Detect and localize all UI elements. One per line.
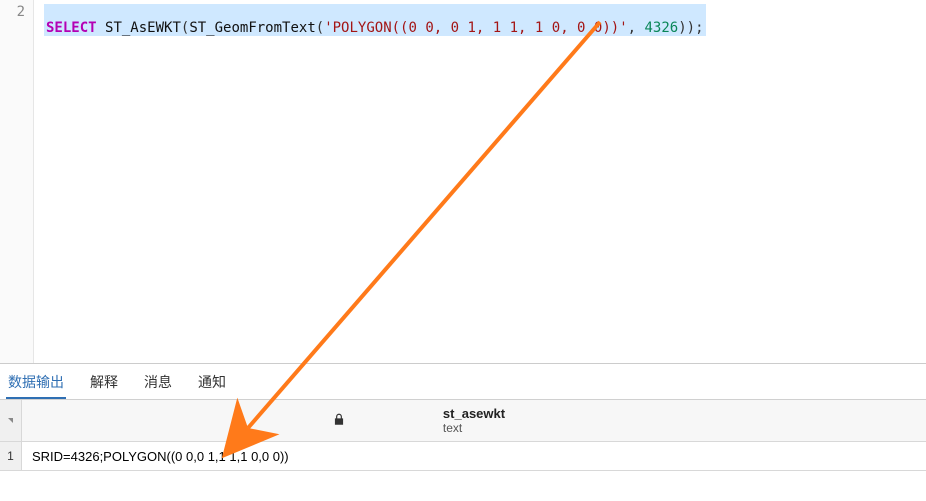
- token-string-wkt: 'POLYGON((0 0, 0 1, 1 1, 1 0, 0 0))': [324, 20, 627, 36]
- column-type: text: [443, 421, 505, 435]
- tab-data-output[interactable]: 数据输出: [6, 364, 66, 399]
- sql-code-line[interactable]: SELECT ST_AsEWKT(ST_GeomFromText('POLYGO…: [44, 4, 706, 36]
- results-tabs: 数据输出 解释 消息 通知: [0, 364, 926, 400]
- sql-editor[interactable]: 2 SELECT ST_AsEWKT(ST_GeomFromText('POLY…: [0, 0, 926, 364]
- cell-st-asewkt[interactable]: SRID=4326;POLYGON((0 0,0 1,1 1,1 0,0 0)): [22, 442, 926, 470]
- column-name: st_asewkt: [443, 406, 505, 421]
- token-comma: ,: [628, 20, 645, 36]
- line-number: 2: [17, 4, 25, 20]
- cell-value: SRID=4326;POLYGON((0 0,0 1,1 1,1 0,0 0)): [32, 449, 916, 464]
- tab-explain[interactable]: 解释: [88, 364, 120, 399]
- token-space: [97, 20, 105, 36]
- results-header-row: st_asewkt text: [0, 400, 926, 442]
- select-all-triangle-icon: [8, 418, 13, 423]
- token-semicolon: ;: [695, 20, 703, 36]
- token-rparen: ): [687, 20, 695, 36]
- token-keyword-select: SELECT: [46, 20, 97, 36]
- token-lparen: (: [316, 20, 324, 36]
- results-grid: st_asewkt text 1 SRID=4326;POLYGON((0 0,…: [0, 400, 926, 471]
- lock-icon: [332, 412, 346, 429]
- column-header-st-asewkt[interactable]: st_asewkt text: [22, 400, 926, 441]
- tab-notifications[interactable]: 通知: [196, 364, 228, 399]
- table-row[interactable]: 1 SRID=4326;POLYGON((0 0,0 1,1 1,1 0,0 0…: [0, 442, 926, 471]
- row-number[interactable]: 1: [0, 442, 22, 470]
- token-rparen: ): [678, 20, 686, 36]
- token-number-srid: 4326: [644, 20, 678, 36]
- token-func-asewkt: ST_AsEWKT: [105, 20, 181, 36]
- editor-gutter: 2: [0, 0, 34, 363]
- token-func-geomfromtext: ST_GeomFromText: [189, 20, 315, 36]
- row-handle-corner[interactable]: [0, 400, 22, 441]
- tab-messages[interactable]: 消息: [142, 364, 174, 399]
